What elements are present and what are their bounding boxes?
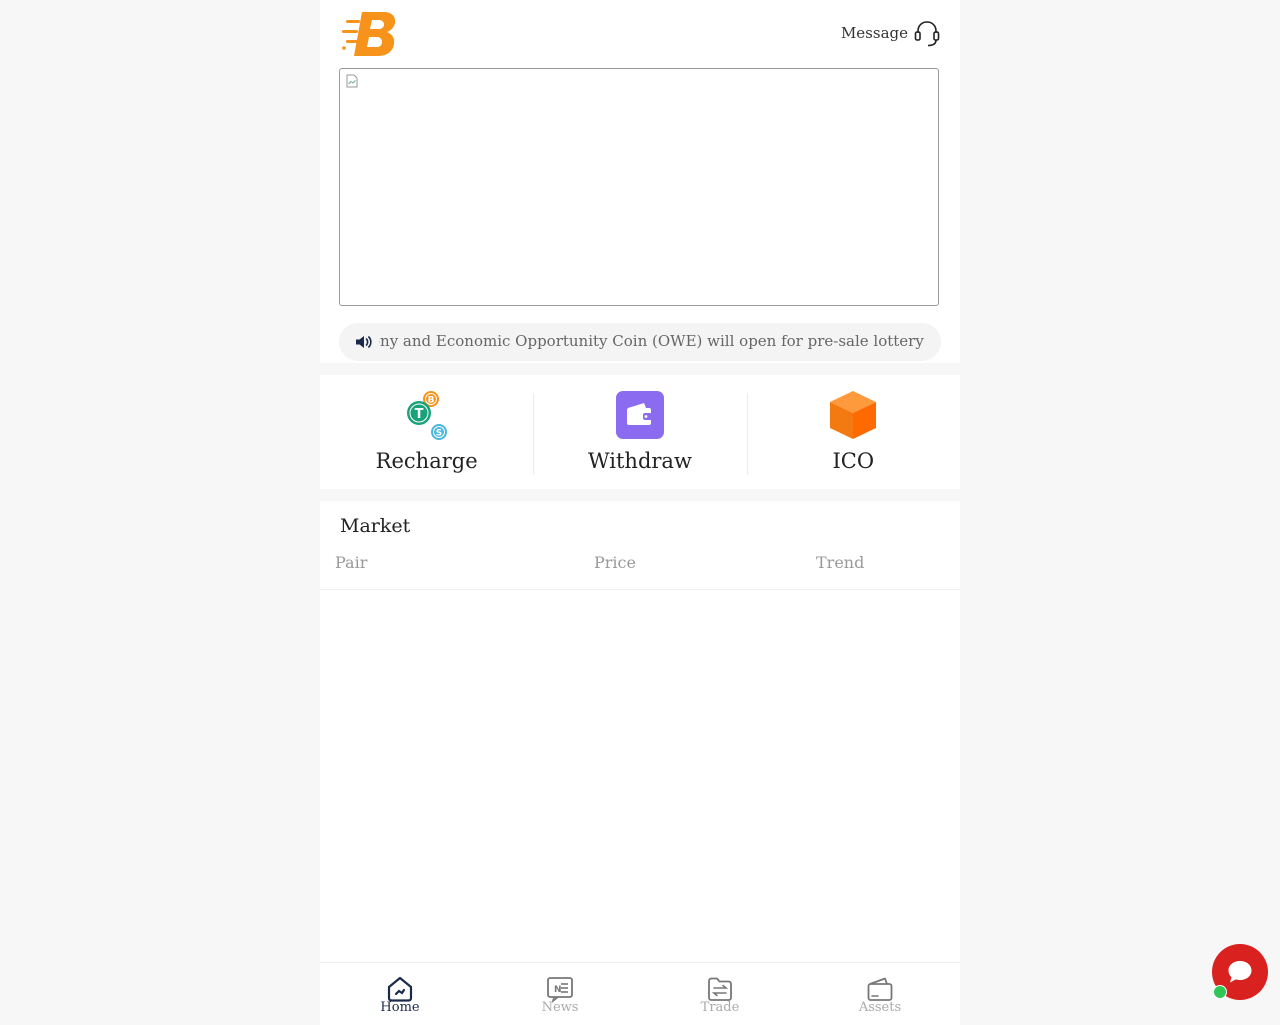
market-title: Market [340,515,411,537]
notice-bar[interactable]: ony and Economic Opportunity Coin (OWE) … [339,323,941,361]
withdraw-label: Withdraw [588,449,692,473]
ico-button[interactable]: ICO [746,375,960,489]
notice-marquee: ony and Economic Opportunity Coin (OWE) … [379,331,927,353]
tab-trade-label: Trade [700,1000,740,1015]
svg-text:S: S [435,429,441,439]
wallet-icon [615,391,664,439]
online-status-dot [1213,985,1227,999]
svg-text:T: T [414,407,423,422]
speaker-icon [356,336,372,348]
chat-bubble-icon [1228,961,1252,983]
news-icon: N [547,977,573,1003]
tab-assets[interactable]: Assets [800,963,960,1025]
quick-actions: B T S Recharge Withdraw ICO [320,375,960,489]
tab-trade[interactable]: Trade [640,963,800,1025]
tab-assets-label: Assets [858,1000,902,1015]
headset-icon [914,21,940,47]
ico-label: ICO [832,449,875,473]
trade-icon [708,977,732,1001]
wallet-icon [867,977,893,1001]
tab-news-label: News [541,1000,579,1015]
tab-home-label: Home [380,1000,420,1015]
message-button[interactable]: Message [841,16,942,50]
app-frame: Message ony and Economic Opportunity Coi… [320,0,960,1025]
recharge-button[interactable]: B T S Recharge [320,375,533,489]
column-price: Price [594,553,636,572]
tab-news[interactable]: N News [480,963,640,1025]
column-pair: Pair [335,553,368,572]
header: Message [320,0,960,68]
brand-logo-icon[interactable] [340,10,398,58]
withdraw-button[interactable]: Withdraw [533,375,746,489]
broken-image-icon [346,74,358,88]
svg-text:B: B [427,396,434,406]
market-section: Market Pair Price Trend [320,501,960,962]
svg-text:N: N [554,985,562,995]
tab-home[interactable]: Home [320,963,480,1025]
notice-text: ony and Economic Opportunity Coin (OWE) … [379,332,927,350]
banner-carousel[interactable] [339,68,939,306]
market-table-header: Pair Price Trend [320,551,960,590]
column-trend: Trend [816,553,865,572]
bottom-tab-bar: Home N News Trade Assets [320,962,960,1025]
coins-icon: B T S [406,391,447,440]
cube-icon [830,391,877,439]
home-icon [387,976,413,1002]
banner-section [320,68,960,312]
message-label: Message [840,24,908,42]
notice-section: ony and Economic Opportunity Coin (OWE) … [320,312,960,363]
recharge-label: Recharge [375,449,478,473]
